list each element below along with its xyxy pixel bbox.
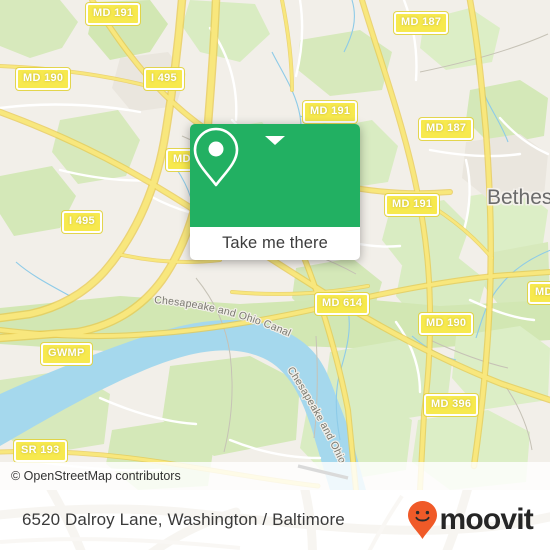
location-title: 6520 Dalroy Lane, Washington / Baltimore — [22, 510, 345, 529]
popup-tail — [265, 136, 285, 145]
shield-gwmp[interactable]: GWMP — [41, 343, 92, 365]
shield-md-190-west[interactable]: MD 190 — [16, 68, 71, 90]
osm-attribution: © OpenStreetMap contributors — [11, 469, 181, 483]
shield-md-187-north[interactable]: MD 187 — [394, 12, 449, 34]
shield-md-191-north[interactable]: MD 191 — [86, 3, 141, 25]
shield-i-495-west[interactable]: I 495 — [62, 211, 102, 233]
moovit-wordmark: moovit — [439, 503, 533, 536]
shield-md-190-east[interactable]: MD 190 — [419, 313, 474, 335]
map-pin-icon — [193, 127, 239, 187]
shield-md-edge-right[interactable]: MD — [528, 282, 550, 304]
shield-md-191-center[interactable]: MD 191 — [303, 101, 358, 123]
shield-md-187-east[interactable]: MD 187 — [419, 118, 474, 140]
popup-button[interactable]: Take me there — [190, 227, 360, 260]
moovit-pin-icon — [408, 501, 438, 539]
place-label-bethesda: Bethes — [487, 186, 550, 209]
shield-md-396[interactable]: MD 396 — [424, 394, 479, 416]
shield-md-614[interactable]: MD 614 — [315, 293, 370, 315]
moovit-logo[interactable]: moovit — [407, 500, 550, 540]
attribution-bar: © OpenStreetMap contributors — [0, 462, 550, 490]
map-canvas[interactable]: Chesapeake and Ohio Canal Chesapeake and… — [0, 0, 550, 490]
take-me-there-label: Take me there — [222, 234, 328, 252]
shield-sr-193[interactable]: SR 193 — [14, 440, 67, 462]
shield-md-191-east[interactable]: MD 191 — [385, 194, 440, 216]
footer-bar: 6520 Dalroy Lane, Washington / Baltimore… — [0, 490, 550, 550]
shield-i-495-north[interactable]: I 495 — [144, 68, 184, 90]
moovit-map-screenshot: Chesapeake and Ohio Canal Chesapeake and… — [0, 0, 550, 550]
